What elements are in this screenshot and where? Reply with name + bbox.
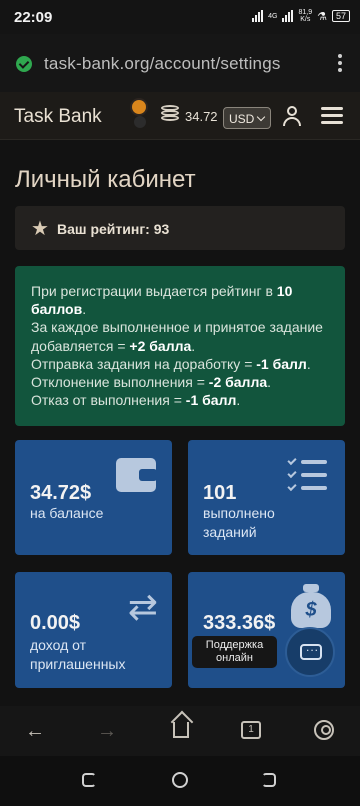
moon-icon[interactable] xyxy=(134,116,146,128)
chat-icon xyxy=(300,640,322,660)
network-speed: 81,9 K/s xyxy=(298,9,313,23)
home-icon[interactable] xyxy=(173,722,189,738)
user-icon[interactable] xyxy=(283,106,301,126)
star-icon: ★ xyxy=(31,218,49,240)
page-title: Личный кабинет xyxy=(15,166,196,193)
battery-icon: 57 xyxy=(331,10,350,22)
signal-icon-2 xyxy=(282,10,294,22)
card-label: доход от приглашенных xyxy=(30,637,126,672)
browser-bottom-nav: ← → 1 xyxy=(0,706,360,756)
rating-panel: ★ Ваш рейтинг: 93 xyxy=(15,206,345,250)
status-bar: 22:09 4G 81,9 K/s ⚗ 57 xyxy=(0,0,360,34)
card-value: 0.00$ xyxy=(30,612,81,634)
checklist-icon xyxy=(287,455,329,492)
rating-rules-box: При регистрации выдается рейтинг в 10 ба… xyxy=(15,266,345,426)
secure-connection-icon[interactable] xyxy=(16,56,32,72)
rating-text: Ваш рейтинг: 93 xyxy=(57,221,170,237)
card-label: выполнено заданий xyxy=(203,505,275,540)
network-type: 4G xyxy=(268,12,278,20)
forward-arrow-icon[interactable]: → xyxy=(96,720,118,742)
rule-registration: При регистрации выдается рейтинг в 10 ба… xyxy=(31,283,293,318)
chevron-down-icon xyxy=(256,112,266,122)
tabs-icon[interactable]: 1 xyxy=(241,721,261,739)
completed-tasks-card[interactable]: 101 выполнено заданий xyxy=(188,440,345,555)
card-value: 101 xyxy=(203,482,237,504)
money-bag-icon: $ xyxy=(291,584,331,628)
rule-rejection: Отклонение выполнения = -2 балла. xyxy=(31,374,272,391)
hamburger-menu-icon[interactable] xyxy=(321,107,343,125)
profile-icon[interactable] xyxy=(314,720,334,740)
site-header: Task Bank 34.72 xyxy=(0,92,360,140)
card-label: на балансе xyxy=(30,505,104,521)
alarm-icon: ⚗ xyxy=(317,10,327,23)
repeat-icon: ⇄ xyxy=(127,587,158,628)
status-time: 22:09 xyxy=(14,9,53,26)
browser-menu-icon[interactable] xyxy=(338,54,342,72)
system-back-icon[interactable] xyxy=(262,773,276,787)
recent-apps-icon[interactable] xyxy=(82,773,96,787)
balance-card[interactable]: 34.72$ на балансе xyxy=(15,440,172,555)
coins-icon xyxy=(161,105,181,123)
rule-completed-task: За каждое выполненное и принятое задание… xyxy=(31,319,323,354)
wallet-icon xyxy=(116,458,157,492)
support-tooltip: Поддержка онлайн xyxy=(192,636,277,668)
site-logo[interactable]: Task Bank xyxy=(14,106,102,128)
rule-refusal: Отказ от выполнения = -1 балл. xyxy=(31,392,241,409)
url-text[interactable]: task-bank.org/account/settings xyxy=(44,54,281,74)
currency-value: USD xyxy=(229,112,255,126)
card-value: 34.72$ xyxy=(30,482,92,504)
back-arrow-icon[interactable]: ← xyxy=(24,720,46,742)
card-value: 333.36$ xyxy=(203,612,276,634)
theme-toggle-icon[interactable] xyxy=(132,100,146,114)
system-nav-bar xyxy=(0,756,360,806)
header-balance: 34.72 xyxy=(185,109,218,124)
currency-select[interactable]: USD xyxy=(223,107,271,129)
signal-icon xyxy=(252,10,264,22)
status-icons: 4G 81,9 K/s ⚗ 57 xyxy=(252,9,350,23)
support-chat-button[interactable] xyxy=(285,627,335,677)
browser-url-bar[interactable]: task-bank.org/account/settings xyxy=(0,34,360,92)
system-home-icon[interactable] xyxy=(172,772,188,788)
referral-income-card[interactable]: ⇄ 0.00$ доход от приглашенных xyxy=(15,572,172,688)
rule-revision: Отправка задания на доработку = -1 балл. xyxy=(31,355,311,372)
